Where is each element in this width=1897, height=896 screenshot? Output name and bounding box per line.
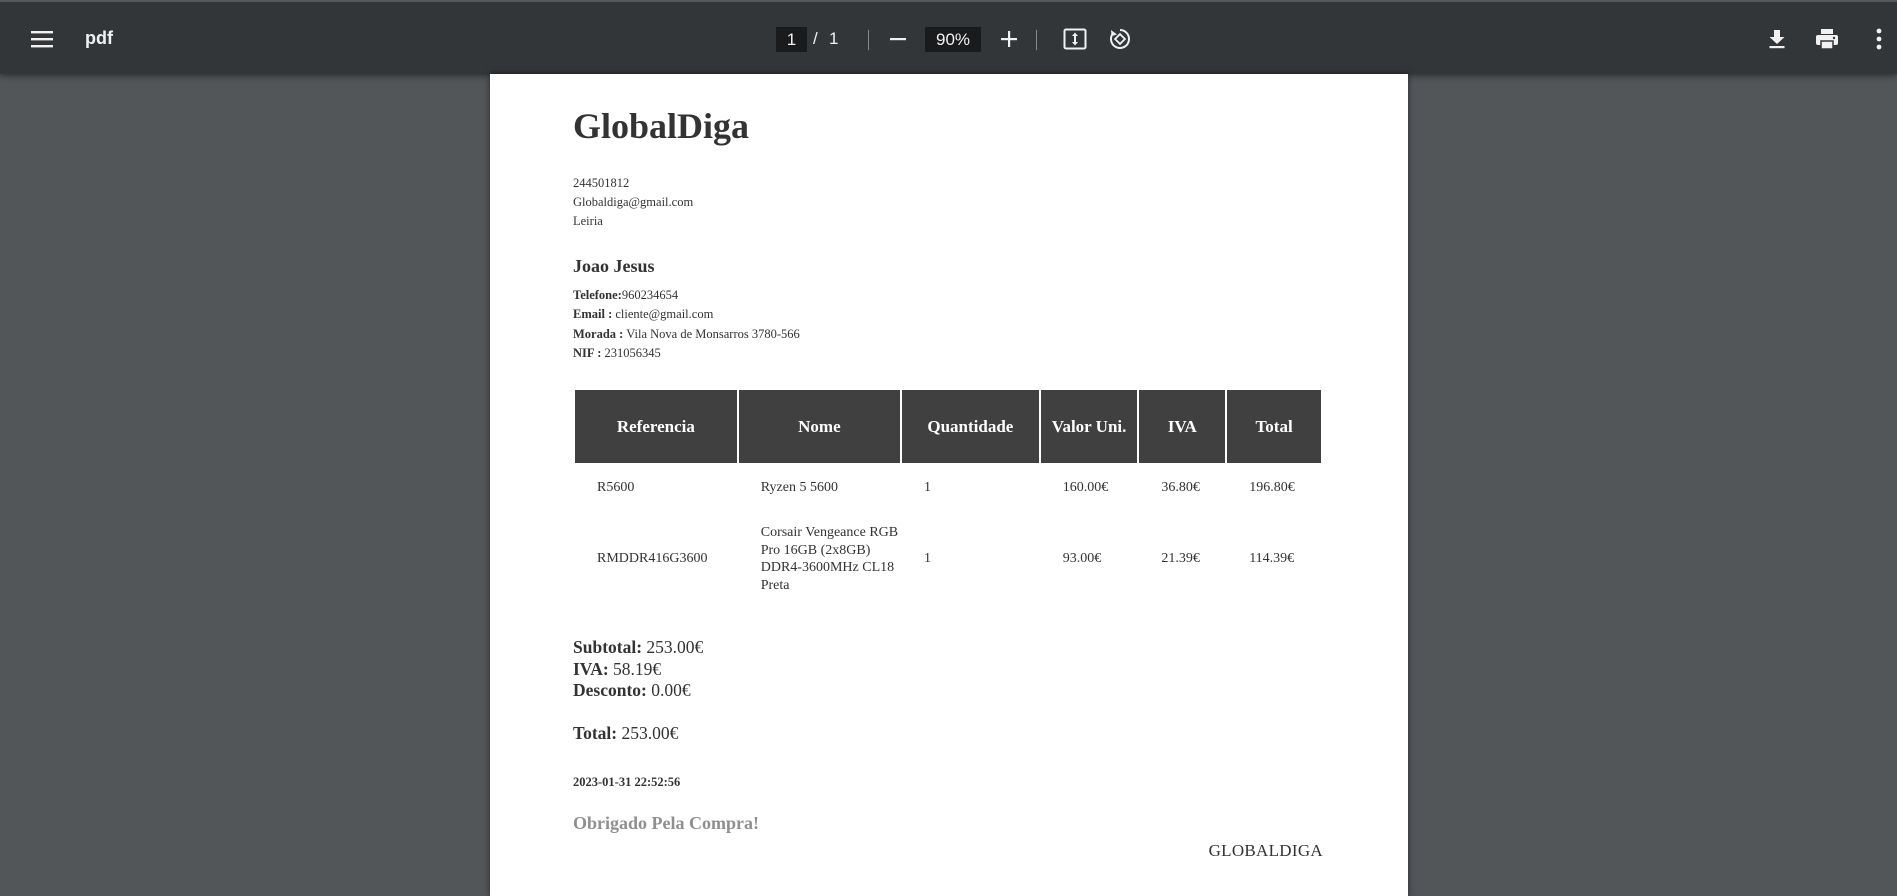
cell-total: 114.39€ [1249, 551, 1295, 567]
subtotal-label: Subtotal: [573, 637, 643, 657]
minus-icon[interactable] [882, 22, 914, 56]
company-email: Globaldiga@gmail.com [573, 195, 694, 209]
desconto-value: 0.00€ [646, 680, 691, 700]
client-phone: 960234654 [621, 288, 679, 302]
toolbar-divider [1036, 30, 1037, 50]
table-header-row: Referencia Nome Quantidade Valor Uni. IV… [575, 390, 1321, 463]
cell-iva: 36.80€ [1161, 480, 1200, 496]
cell-valor-uni: 160.00€ [1062, 480, 1109, 496]
toolbar-divider [868, 30, 869, 50]
print-icon[interactable] [1808, 22, 1846, 56]
total-line: Total: 253.00€ [573, 723, 678, 744]
totals-block: Subtotal: 253.00€ IVA: 58.19€ Desconto: … [573, 637, 703, 702]
table-row: R5600 Ryzen 5 5600 1 160.00€ 36.80€ 196.… [575, 465, 1321, 507]
total-label: Total: [573, 723, 618, 743]
company-info: 244501812 Globaldiga@gmail.com Leiria [573, 174, 693, 231]
rotate-icon[interactable] [1103, 22, 1137, 56]
client-phone-line: Telefone:960234654 [573, 286, 800, 305]
column-header-quantidade: Quantidade [902, 390, 1039, 463]
cell-nome: Ryzen 5 5600 [760, 480, 838, 496]
client-address-line: Morada : Vila Nova de Monsarros 3780-566 [573, 325, 800, 344]
page-total: 1 [829, 29, 839, 48]
client-name: Joao Jesus [573, 256, 655, 276]
pdf-page: GlobalDiga 244501812 Globaldiga@gmail.co… [490, 74, 1408, 896]
invoice-datetime: 2023-01-31 22:52:56 [573, 775, 681, 789]
total-value: 253.00€ [617, 723, 679, 743]
fit-to-page-icon[interactable] [1058, 22, 1092, 56]
page-separator: / [813, 29, 818, 48]
desconto-label: Desconto: [573, 680, 647, 700]
client-nif-label: NIF : [573, 345, 602, 360]
menu-icon[interactable] [22, 20, 62, 58]
footer-brand: GLOBALDIGA [1208, 841, 1323, 860]
cell-referencia: RMDDR416G3600 [597, 551, 708, 567]
zoom-level-input[interactable]: 90% [925, 27, 981, 52]
invoice-table: Referencia Nome Quantidade Valor Uni. IV… [573, 388, 1323, 611]
iva-label: IVA: [573, 658, 609, 679]
column-header-valor-uni: Valor Uni. [1040, 390, 1138, 463]
client-email-line: Email : cliente@gmail.com [573, 305, 800, 324]
cell-quantidade: 1 [924, 480, 932, 496]
document-title: pdf [85, 28, 113, 48]
thank-you-message: Obrigado Pela Compra! [573, 813, 759, 833]
table-row: RMDDR416G3600 Corsair Vengeance RGB Pro … [575, 509, 1321, 609]
client-email-label: Email : [573, 307, 613, 322]
desconto-line: Desconto: 0.00€ [573, 680, 703, 702]
cell-nome: Corsair Vengeance RGB Pro 16GB (2x8GB) D… [760, 525, 899, 593]
cell-referencia: R5600 [597, 480, 635, 496]
company-city: Leiria [573, 214, 603, 228]
column-header-total: Total [1227, 390, 1321, 463]
download-icon[interactable] [1759, 22, 1795, 56]
client-email: cliente@gmail.com [612, 307, 714, 322]
iva-value: 58.19€ [608, 658, 662, 679]
page-number-input[interactable]: 1 [776, 27, 807, 52]
plus-icon[interactable] [992, 22, 1026, 56]
company-name: GlobalDiga [573, 106, 750, 146]
iva-line: IVA: 58.19€ [573, 659, 703, 681]
cell-total: 196.80€ [1249, 480, 1295, 496]
subtotal-line: Subtotal: 253.00€ [573, 637, 703, 659]
client-phone-label: Telefone: [573, 288, 622, 302]
column-header-referencia: Referencia [575, 390, 737, 463]
client-address: Vila Nova de Monsarros 3780-566 [623, 326, 800, 341]
column-header-nome: Nome [738, 390, 901, 463]
cell-quantidade: 1 [924, 551, 932, 567]
column-header-iva: IVA [1139, 390, 1226, 463]
more-vert-icon[interactable] [1866, 22, 1892, 56]
subtotal-value: 253.00€ [642, 637, 704, 657]
company-nif: 244501812 [573, 176, 630, 190]
client-nif-line: NIF : 231056345 [573, 344, 800, 363]
pdf-toolbar: pdf 1 / 1 90% [0, 0, 1897, 74]
client-info: Telefone:960234654 Email : cliente@gmail… [573, 286, 800, 363]
client-nif: 231056345 [601, 345, 661, 360]
cell-valor-uni: 93.00€ [1062, 551, 1102, 567]
cell-iva: 21.39€ [1161, 551, 1200, 567]
client-address-label: Morada : [573, 326, 624, 341]
